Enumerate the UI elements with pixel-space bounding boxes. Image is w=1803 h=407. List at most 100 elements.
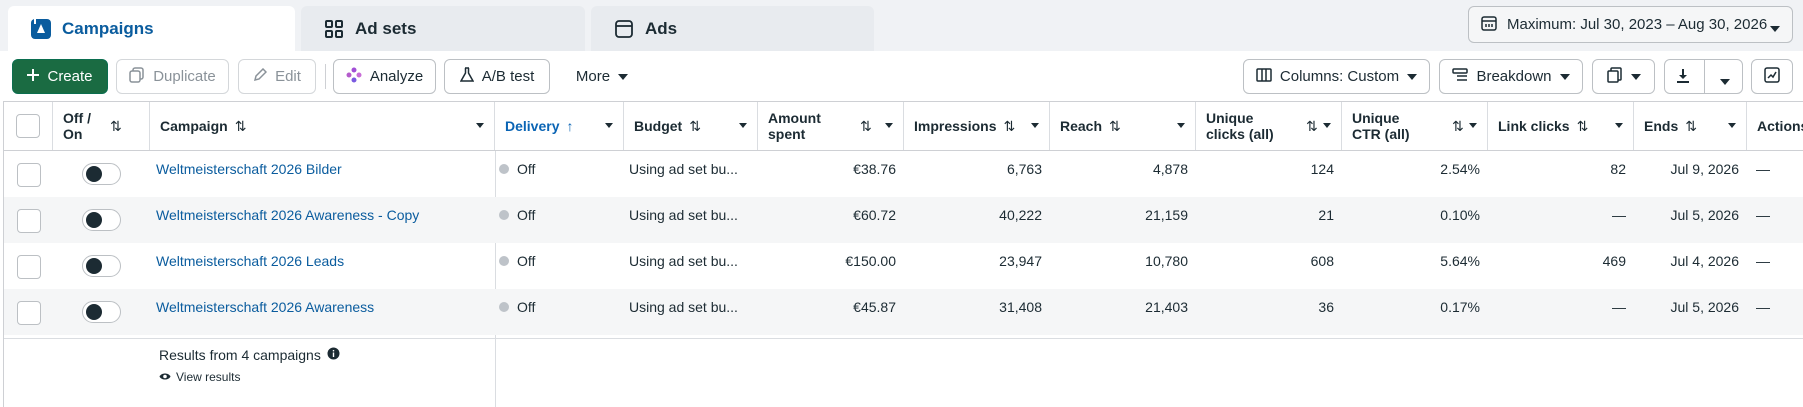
header-select-all[interactable] [4,102,53,150]
header-reach[interactable]: Reach ⇅ [1050,102,1196,150]
select-all-checkbox[interactable] [16,114,40,138]
header-amount-spent-label: Amount spent [768,110,821,142]
table-row[interactable]: Weltmeisterschaft 2026 Awareness Off Usi… [4,289,1803,335]
header-amount-spent[interactable]: Amount spent ⇅ [758,102,904,150]
header-unique-clicks-label: Unique clicks (all) [1206,110,1274,142]
row-checkbox[interactable] [17,301,41,325]
table-row[interactable]: Weltmeisterschaft 2026 Leads Off Using a… [4,243,1803,289]
column-menu-icon[interactable] [1177,123,1185,128]
row-checkbox[interactable] [17,163,41,187]
campaign-toggle[interactable] [82,255,121,277]
header-impressions[interactable]: Impressions ⇅ [904,102,1050,150]
header-off-on[interactable]: Off / On ⇅ [53,102,150,150]
header-actions[interactable]: Actions [1747,102,1803,150]
table-row[interactable]: Weltmeisterschaft 2026 Awareness - Copy … [4,197,1803,243]
sort-icon[interactable]: ⇅ [860,118,872,134]
toggle-knob [86,166,102,182]
row-checkbox[interactable] [17,255,41,279]
column-menu-icon[interactable] [1728,123,1736,128]
reports-icon [1606,66,1623,87]
link-clicks-cell: 82 [1610,161,1626,177]
reach-cell: 21,159 [1145,207,1188,223]
edit-button[interactable]: Edit [238,59,316,94]
header-unique-ctr[interactable]: Unique CTR (all) ⇅ [1342,102,1488,150]
link-clicks-cell: 469 [1602,253,1626,269]
ab-test-button[interactable]: A/B test [444,59,550,94]
tab-campaigns[interactable]: Campaigns [8,6,295,51]
sort-icon[interactable]: ⇅ [1109,118,1121,134]
breakdown-icon [1452,67,1469,86]
analyze-button[interactable]: Analyze [333,59,436,94]
sort-icon[interactable]: ⇅ [1003,118,1015,134]
breakdown-button[interactable]: Breakdown [1439,59,1583,94]
campaign-name-link[interactable]: Weltmeisterschaft 2026 Leads [156,243,491,289]
view-results-link[interactable]: View results [159,370,240,384]
header-delivery[interactable]: Delivery ↑ [495,102,624,150]
create-button[interactable]: Create [12,59,108,94]
chevron-down-icon [1559,68,1570,85]
export-button[interactable] [1664,59,1743,94]
sort-ascending-icon[interactable]: ↑ [566,118,573,134]
unique-clicks-cell: 608 [1310,253,1334,269]
toggle-knob [86,258,102,274]
header-link-clicks[interactable]: Link clicks ⇅ [1488,102,1634,150]
flask-icon [459,66,475,87]
column-menu-icon[interactable] [1469,123,1477,128]
sort-icon[interactable]: ⇅ [1306,118,1318,134]
columns-icon [1256,67,1272,86]
sparkle-icon [346,67,362,87]
delivery-status-label: Off [517,161,536,177]
campaign-name-link[interactable]: Weltmeisterschaft 2026 Awareness [156,289,491,335]
status-dot [499,210,509,220]
unique-clicks-cell: 21 [1318,207,1334,223]
column-menu-icon[interactable] [1323,123,1331,128]
campaign-toggle[interactable] [82,209,121,231]
eye-icon [159,370,171,384]
header-ends[interactable]: Ends ⇅ [1634,102,1747,150]
actions-cell: — [1756,253,1770,269]
calendar-icon [1481,15,1497,35]
info-icon[interactable] [327,347,340,363]
impressions-cell: 23,947 [999,253,1042,269]
trend-chart-icon [1764,66,1780,87]
duplicate-button[interactable]: Duplicate [116,59,229,94]
link-clicks-cell: — [1612,207,1626,223]
campaign-toggle[interactable] [82,163,121,185]
column-menu-icon[interactable] [739,123,747,128]
campaign-name-link[interactable]: Weltmeisterschaft 2026 Bilder [156,151,491,197]
campaign-name-link[interactable]: Weltmeisterschaft 2026 Awareness - Copy [156,197,491,243]
more-button[interactable]: More [560,59,644,94]
results-summary-label: Results from 4 campaigns [159,347,321,363]
tab-ad-sets[interactable]: Ad sets [301,6,585,51]
pencil-icon [253,67,268,86]
tab-ads[interactable]: Ads [591,6,874,51]
delivery-status: Off [499,243,624,289]
sort-icon[interactable]: ⇅ [235,118,247,134]
column-menu-icon[interactable] [885,123,893,128]
table-row[interactable]: Weltmeisterschaft 2026 Bilder Off Using … [4,151,1803,197]
row-checkbox[interactable] [17,209,41,233]
sort-icon[interactable]: ⇅ [1452,118,1464,134]
columns-button[interactable]: Columns: Custom [1243,59,1430,94]
sort-icon[interactable]: ⇅ [1577,118,1589,134]
ends-cell: Jul 9, 2026 [1670,161,1740,177]
column-menu-icon[interactable] [605,123,613,128]
header-unique-clicks[interactable]: Unique clicks (all) ⇅ [1196,102,1342,150]
reports-button[interactable] [1592,59,1655,94]
date-range-picker[interactable]: Maximum: Jul 30, 2023 – Aug 30, 2026 [1468,6,1793,43]
chart-button[interactable] [1751,59,1793,94]
column-menu-icon[interactable] [1615,123,1623,128]
header-budget[interactable]: Budget ⇅ [624,102,758,150]
sort-icon[interactable]: ⇅ [1685,118,1697,134]
column-menu-icon[interactable] [1031,123,1039,128]
table-header: Off / On ⇅ Campaign ⇅ Delivery ↑ Budget … [4,102,1803,151]
sort-icon[interactable]: ⇅ [110,118,122,134]
sort-icon[interactable]: ⇅ [689,118,701,134]
column-menu-icon[interactable] [476,123,484,128]
delivery-status-label: Off [517,253,536,269]
chevron-down-icon [1770,20,1780,37]
header-link-clicks-label: Link clicks [1498,118,1570,134]
campaign-toggle[interactable] [82,301,121,323]
plus-icon [27,68,40,85]
header-campaign[interactable]: Campaign ⇅ [150,102,495,150]
